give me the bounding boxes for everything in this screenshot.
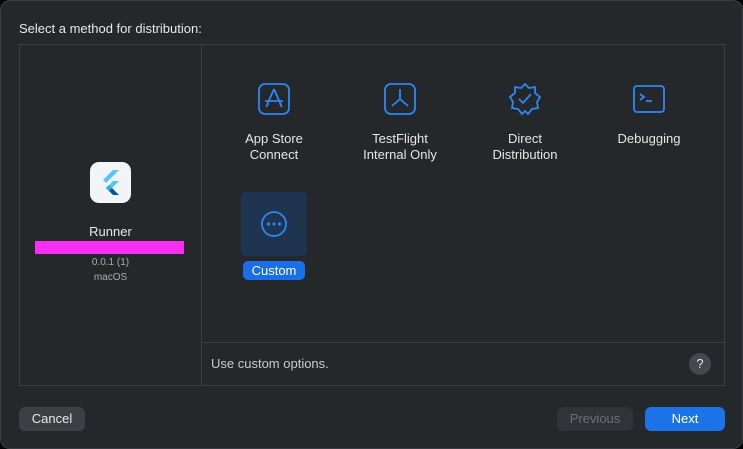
previous-button[interactable]: Previous <box>557 407 633 431</box>
option-custom[interactable]: Custom <box>241 192 307 282</box>
option-label: Debugging <box>617 131 681 146</box>
dialog-heading: Select a method for distribution: <box>19 21 202 36</box>
option-label: TestFlight Internal Only <box>363 131 437 162</box>
app-summary-pane: Runner 0.0.1 (1) macOS <box>20 45 202 385</box>
next-button[interactable]: Next <box>645 407 725 431</box>
redaction-bar <box>35 241 184 254</box>
terminal-icon <box>630 80 668 118</box>
app-platform: macOS <box>93 272 128 283</box>
option-description: Use custom options. <box>211 356 329 371</box>
testflight-icon <box>381 80 419 118</box>
custom-tile[interactable] <box>241 192 307 256</box>
app-store-icon <box>255 80 293 118</box>
distribution-panel: Runner 0.0.1 (1) macOS App Store Connect… <box>19 44 725 386</box>
app-version: 0.0.1 (1) <box>91 257 130 268</box>
option-label: Direct Distribution <box>492 131 558 162</box>
distribution-dialog: Select a method for distribution: Runner… <box>0 0 743 449</box>
flutter-app-icon <box>90 162 131 203</box>
option-custom-label: Custom <box>243 261 305 280</box>
cancel-button[interactable]: Cancel <box>19 407 85 431</box>
verified-badge-icon <box>506 80 544 118</box>
description-bar: Use custom options. ? <box>202 342 724 385</box>
app-name: Runner <box>89 224 132 239</box>
ellipsis-icon <box>261 211 287 237</box>
option-label: App Store Connect <box>245 131 303 162</box>
help-button[interactable]: ? <box>689 353 711 375</box>
method-options-pane: App Store Connect TestFlight Internal On… <box>202 45 724 385</box>
